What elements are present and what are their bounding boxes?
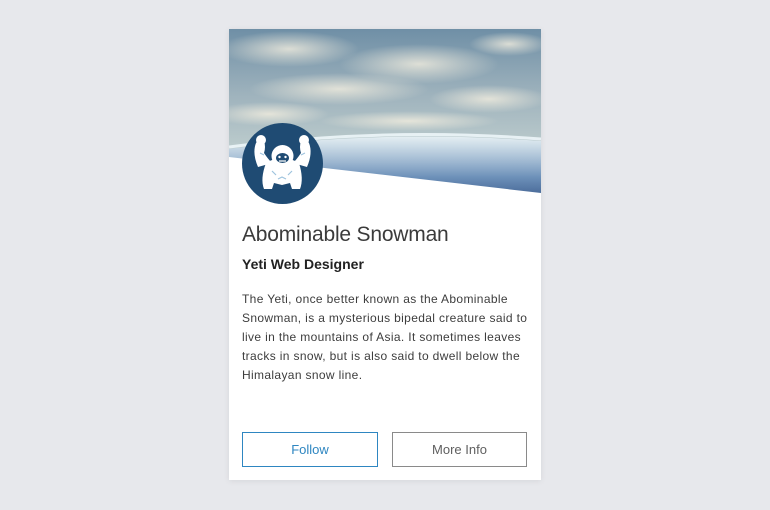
profile-card: Abominable Snowman Yeti Web Designer The…	[229, 29, 541, 480]
profile-bio: The Yeti, once better known as the Abomi…	[242, 292, 528, 382]
profile-title: Yeti Web Designer	[242, 256, 364, 272]
more-info-button[interactable]: More Info	[392, 432, 527, 467]
follow-button[interactable]: Follow	[242, 432, 378, 467]
profile-name: Abominable Snowman	[242, 223, 449, 246]
yeti-avatar-icon	[242, 123, 323, 204]
